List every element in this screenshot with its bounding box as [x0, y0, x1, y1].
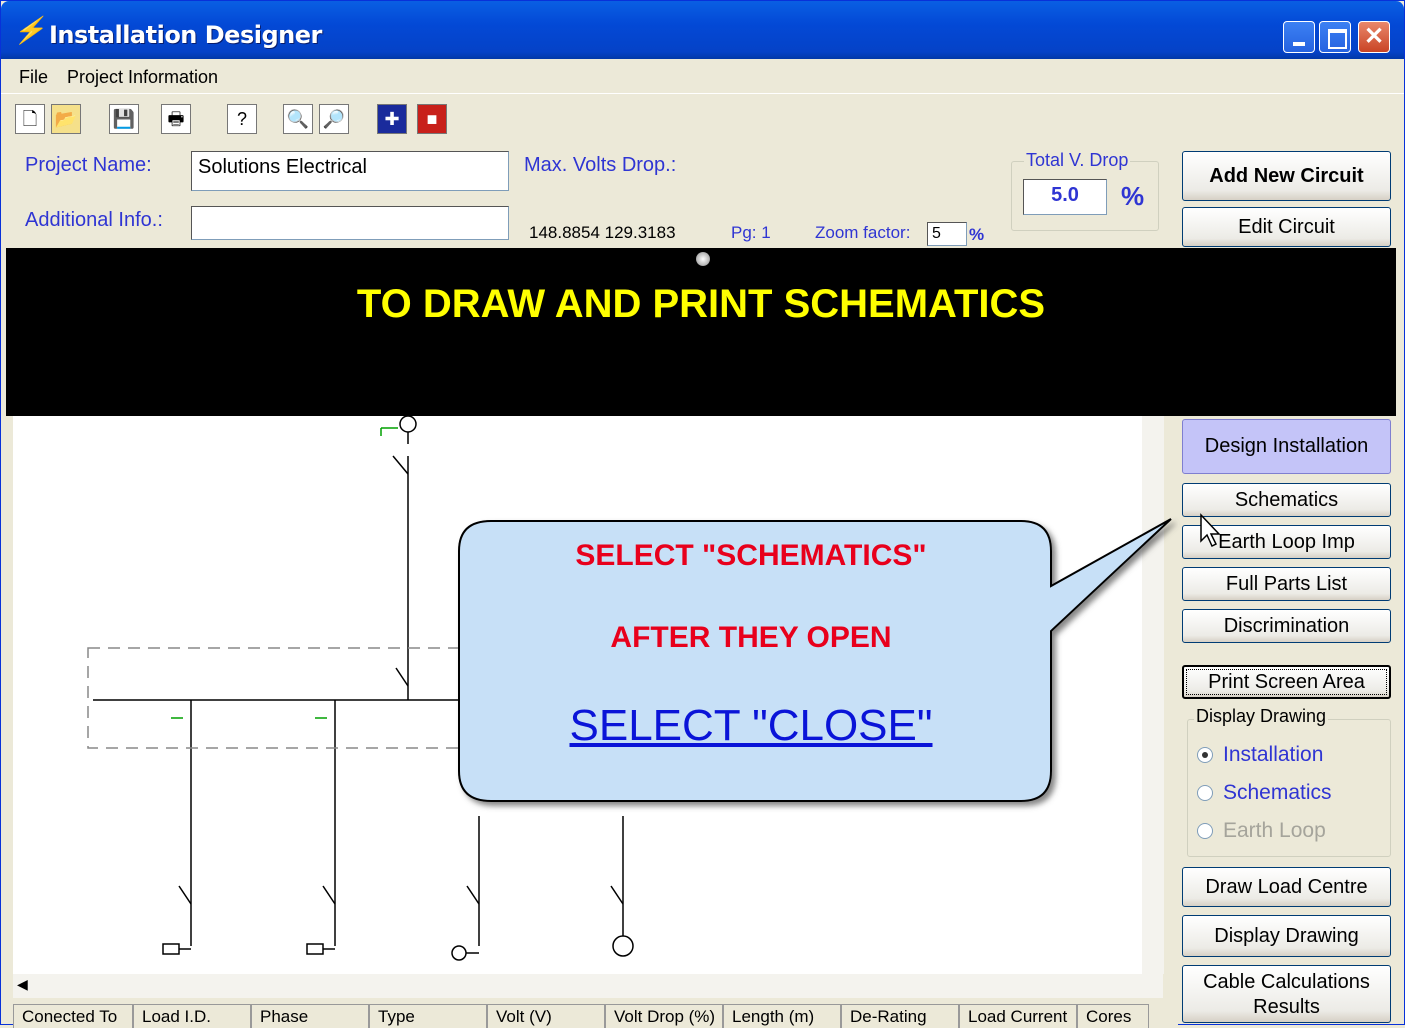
page-number: Pg: 1	[731, 223, 771, 242]
total-vdrop-input[interactable]: 5.0	[1023, 179, 1107, 215]
horizontal-scrollbar[interactable]: ◀	[13, 974, 1163, 998]
print-preview-icon[interactable]: 🔍	[283, 104, 313, 134]
display-drawing-button[interactable]: Display Drawing	[1182, 915, 1391, 957]
radio-schematics[interactable]: Schematics	[1197, 781, 1332, 805]
menu-project-information[interactable]: Project Information	[67, 67, 218, 88]
additional-info-input[interactable]	[191, 206, 509, 240]
mouse-cursor-icon	[1200, 513, 1221, 548]
max-volts-drop-label: Max. Volts Drop.:	[524, 154, 677, 176]
col-volt-drop[interactable]: Volt Drop (%)	[605, 1004, 723, 1028]
callout-line-1: SELECT "SCHEMATICS"	[575, 539, 927, 572]
col-type[interactable]: Type	[369, 1004, 487, 1028]
lightning-icon: ⚡	[13, 15, 46, 45]
col-load-id[interactable]: Load I.D.	[133, 1004, 251, 1028]
schematics-button[interactable]: Schematics	[1182, 483, 1391, 517]
minimize-button[interactable]	[1283, 21, 1315, 53]
total-vdrop-unit: %	[1121, 181, 1145, 211]
zoom-unit: %	[969, 225, 985, 244]
menu-file[interactable]: File	[19, 67, 48, 88]
close-button[interactable]: ✕	[1358, 21, 1390, 53]
open-folder-icon[interactable]: 📂	[51, 104, 81, 134]
col-cores[interactable]: Cores	[1077, 1004, 1149, 1028]
banner-text: TO DRAW AND PRINT SCHEMATICS	[356, 282, 1046, 326]
add-new-circuit-button[interactable]: Add New Circuit	[1182, 151, 1391, 201]
cable-calculations-results-button[interactable]: Cable Calculations Results	[1182, 965, 1391, 1023]
cursor-dot-icon	[696, 252, 710, 266]
total-vdrop-title: Total V. Drop	[1024, 150, 1131, 171]
alt-flag-icon[interactable]: ■	[417, 104, 447, 134]
discrimination-button[interactable]: Discrimination	[1182, 609, 1391, 643]
print-icon[interactable]: 🖶	[161, 104, 191, 134]
callout-line-3: SELECT "CLOSE"	[569, 701, 933, 750]
maximize-button[interactable]	[1319, 21, 1351, 53]
display-drawing-title: Display Drawing	[1194, 706, 1329, 727]
col-de-rating[interactable]: De-Rating	[841, 1004, 959, 1028]
uk-flag-icon[interactable]: ✚	[377, 104, 407, 134]
page-preview-icon[interactable]: 🔎	[319, 104, 349, 134]
vertical-scrollbar[interactable]	[1142, 416, 1164, 974]
full-parts-list-button[interactable]: Full Parts List	[1182, 567, 1391, 601]
title-bar[interactable]: ⚡ Installation Designer ✕	[1, 1, 1404, 59]
installation-schematic-drawing	[87, 415, 634, 961]
radio-earth-loop: Earth Loop	[1197, 819, 1326, 843]
help-icon[interactable]: ?	[227, 104, 257, 134]
project-name-label: Project Name:	[25, 154, 152, 176]
radio-dot[interactable]	[1197, 785, 1213, 802]
app-window: ⚡ Installation Designer ✕ File Project I…	[0, 0, 1405, 1028]
radio-dot[interactable]	[1197, 747, 1213, 764]
tutorial-banner: TO DRAW AND PRINT SCHEMATICS	[6, 248, 1396, 416]
radio-dot	[1197, 823, 1213, 840]
window-title: Installation Designer	[49, 21, 322, 49]
additional-info-label: Additional Info.:	[25, 209, 163, 231]
coordinates-readout: 148.8854 129.3183	[529, 223, 676, 242]
edit-circuit-button[interactable]: Edit Circuit	[1182, 207, 1391, 247]
project-name-input[interactable]: Solutions Electrical	[191, 151, 509, 191]
col-connected-to[interactable]: Conected To	[13, 1004, 133, 1028]
draw-load-centre-button[interactable]: Draw Load Centre	[1182, 867, 1391, 907]
scroll-left-icon[interactable]: ◀	[17, 976, 28, 993]
col-phase[interactable]: Phase	[251, 1004, 369, 1028]
menu-bar: File Project Information	[1, 61, 1404, 91]
design-installation-button[interactable]: Design Installation	[1182, 419, 1391, 474]
drawing-canvas[interactable]	[13, 415, 1163, 974]
col-length[interactable]: Length (m)	[723, 1004, 841, 1028]
zoom-factor-label: Zoom factor:	[815, 223, 911, 242]
zoom-factor-input[interactable]: 5	[927, 222, 967, 246]
new-file-icon[interactable]: 🗋	[15, 104, 45, 134]
print-screen-area-button[interactable]: Print Screen Area	[1182, 665, 1391, 699]
toolbar: 🗋 📂 💾 🖶 ? 🔍 🔎 ✚ ■	[1, 93, 1404, 143]
callout-line-2: AFTER THEY OPEN	[610, 621, 892, 654]
radio-installation[interactable]: Installation	[1197, 743, 1323, 767]
save-icon[interactable]: 💾	[109, 104, 139, 134]
col-volt[interactable]: Volt (V)	[487, 1004, 605, 1028]
col-load-current[interactable]: Load Current	[959, 1004, 1077, 1028]
close-icon: ✕	[1363, 23, 1385, 50]
